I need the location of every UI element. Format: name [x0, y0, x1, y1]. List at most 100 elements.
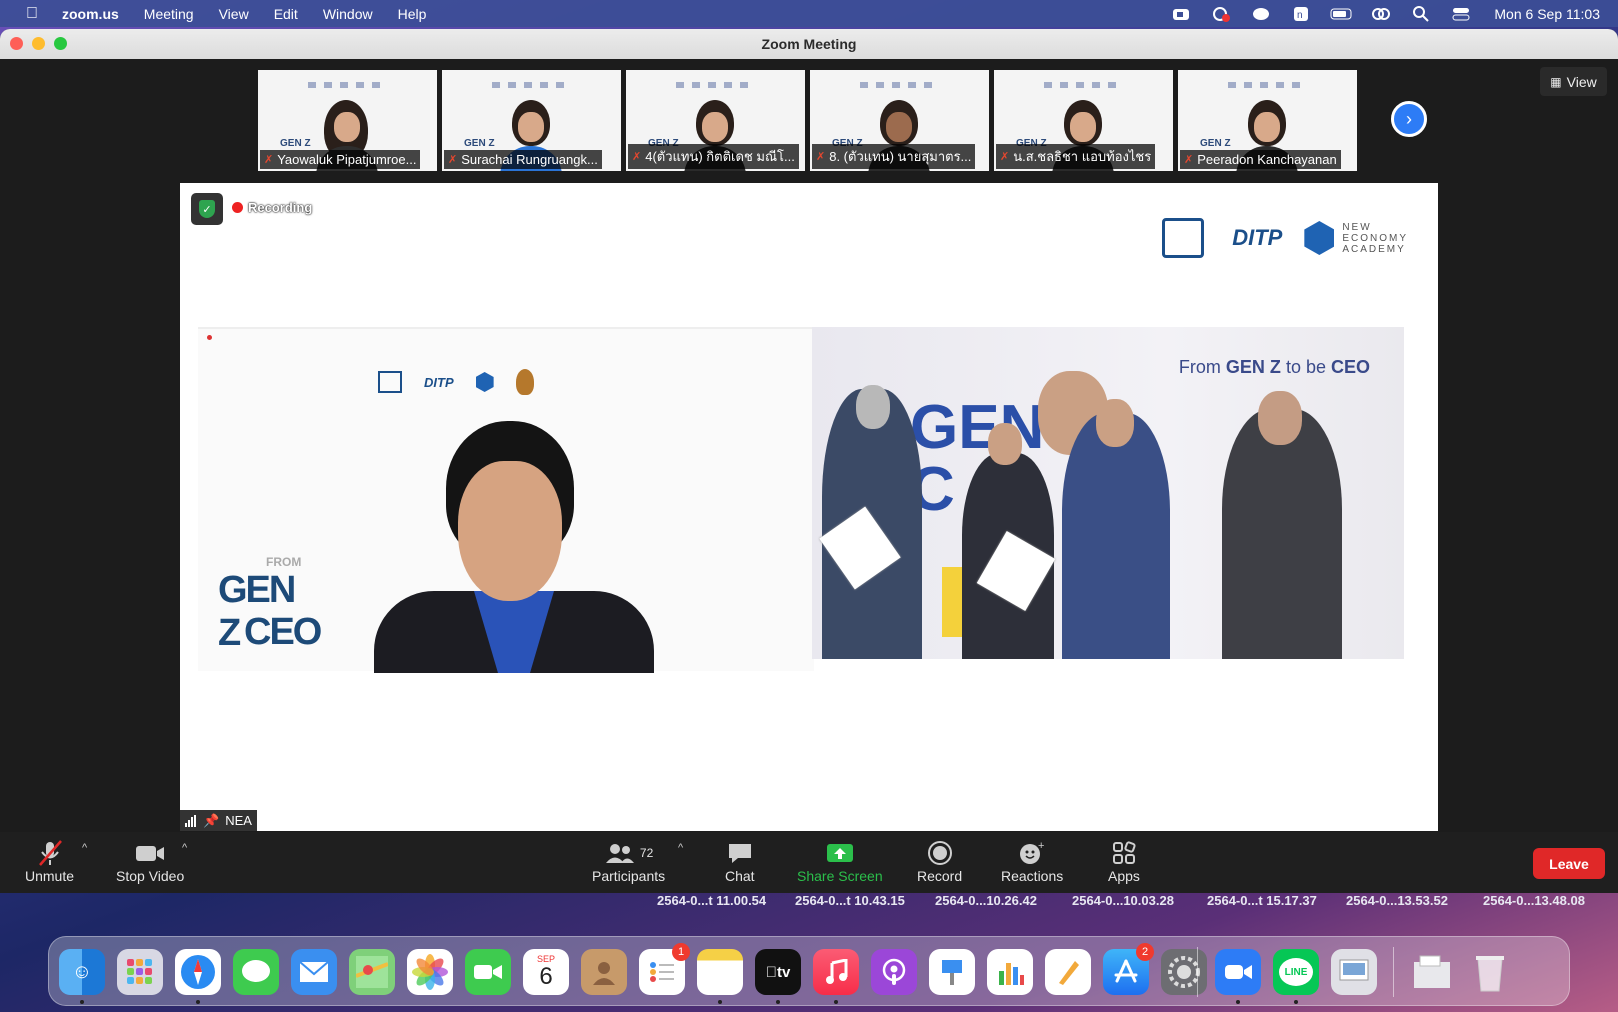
participant-tile[interactable]: GEN Z ✗ Yaowaluk Pipatjumroe... — [258, 70, 437, 171]
participants-options-caret-icon[interactable]: ^ — [678, 842, 683, 854]
chevron-right-icon: › — [1406, 108, 1412, 129]
desktop-file[interactable]: 2564-0...t 15.17.37 — [1207, 893, 1317, 908]
calendar-icon[interactable]: SEP 6 — [523, 949, 569, 995]
desktop-file[interactable]: 2564-0...10.26.42 — [935, 893, 1037, 908]
zoom-app-icon[interactable] — [1215, 949, 1261, 1004]
control-center-icon[interactable] — [1450, 6, 1472, 22]
view-button-label: View — [1566, 73, 1597, 90]
safari-icon[interactable] — [175, 949, 221, 1004]
stop-video-button[interactable]: Stop Video — [116, 838, 184, 884]
mail-icon[interactable] — [291, 949, 337, 995]
ditp-logo: DITP — [1232, 225, 1283, 250]
menu-app-name[interactable]: zoom.us — [62, 6, 119, 22]
line-app-icon[interactable]: LINE — [1273, 949, 1319, 1004]
participant-tile[interactable]: GEN Z ✗ Peeradon Kanchayanan — [1178, 70, 1357, 171]
apps-button[interactable]: Apps — [1108, 838, 1140, 884]
participant-tile[interactable]: GEN Z ✗4(ตัวแทน) กิตติเดช มณีโ... — [626, 70, 805, 171]
minimize-window-button[interactable] — [32, 37, 45, 50]
apple-tv-icon[interactable]: tv — [755, 949, 801, 1004]
numbers-icon[interactable] — [987, 949, 1033, 995]
desktop-file[interactable]: 2564-0...13.48.08 — [1483, 893, 1585, 908]
zoom-window-button[interactable] — [54, 37, 67, 50]
dock: ☺ SEP 6 1 tv 2 LINE — [48, 936, 1570, 1006]
tile-background-logos — [1044, 82, 1124, 88]
desktop-files-row: 2564-0...t 11.00.54 2564-0...t 10.43.15 … — [0, 893, 1618, 913]
apps-icon — [1112, 841, 1136, 864]
muted-mic-icon: ✗ — [632, 151, 642, 163]
menu-window[interactable]: Window — [323, 6, 373, 22]
red-dot — [207, 335, 212, 340]
participant-strip: GEN Z ✗ Yaowaluk Pipatjumroe... GEN Z ✗ Su… — [258, 70, 1362, 171]
keynote-icon[interactable] — [929, 949, 975, 995]
app-store-icon[interactable]: 2 — [1103, 943, 1154, 995]
menu-clock[interactable]: Mon 6 Sep 11:03 — [1494, 6, 1600, 22]
participant-tile[interactable]: GEN Z ✗8. (ตัวแทน) นายสุมาตร... — [810, 70, 989, 171]
shared-screen[interactable]: ✓ Recording DITP NEW ECONOMY ACADEMY DIT… — [180, 183, 1438, 831]
shield-check-icon: ✓ — [199, 200, 215, 218]
notes-icon[interactable] — [697, 949, 743, 1004]
desktop-file[interactable]: 2564-0...t 10.43.15 — [795, 893, 905, 908]
photos-icon[interactable] — [407, 949, 453, 995]
messages-icon[interactable] — [233, 949, 279, 995]
desktop-file[interactable]: 2564-0...t 11.00.54 — [657, 893, 766, 908]
nea-logo: NEW ECONOMY ACADEMY — [1304, 221, 1408, 255]
participants-label: Participants — [592, 868, 666, 884]
close-window-button[interactable] — [10, 37, 23, 50]
unmute-label: Unmute — [25, 868, 75, 884]
reactions-button[interactable]: + Reactions — [1001, 838, 1063, 884]
system-preferences-icon[interactable] — [1161, 949, 1207, 995]
record-label: Record — [917, 868, 963, 884]
desktop-file[interactable]: 2564-0...13.53.52 — [1346, 893, 1448, 908]
maps-icon[interactable] — [349, 949, 395, 995]
pages-icon[interactable] — [1045, 949, 1091, 995]
share-screen-icon — [826, 844, 853, 862]
contacts-icon[interactable] — [581, 949, 627, 995]
participants-count: 72 — [639, 846, 654, 860]
trash-icon[interactable] — [1467, 949, 1513, 995]
menu-view[interactable]: View — [219, 6, 249, 22]
leave-meeting-button[interactable]: Leave — [1533, 848, 1605, 879]
music-icon[interactable] — [813, 949, 859, 1004]
notion-icon[interactable]: n — [1290, 6, 1312, 22]
finder-icon[interactable]: ☺ — [59, 949, 105, 1004]
menu-edit[interactable]: Edit — [274, 6, 298, 22]
podcasts-icon[interactable] — [871, 949, 917, 995]
preview-icon[interactable] — [1331, 949, 1377, 995]
downloads-stack-icon[interactable] — [1409, 949, 1455, 995]
record-button[interactable]: Record — [917, 838, 962, 884]
reminders-badge: 1 — [672, 943, 690, 961]
smiley-plus-icon: + — [1020, 840, 1045, 864]
tile-background-genz: GEN Z — [280, 138, 311, 149]
spotlight-search-icon[interactable] — [1410, 5, 1432, 22]
view-button[interactable]: ▦ View — [1540, 67, 1607, 96]
chat-button[interactable]: Chat — [725, 838, 755, 884]
screen-record-icon[interactable] — [1210, 6, 1232, 22]
video-options-caret-icon[interactable]: ^ — [182, 842, 187, 854]
facetime-icon[interactable] — [465, 949, 511, 995]
desktop-file[interactable]: 2564-0...10.03.28 — [1072, 893, 1174, 908]
audio-options-caret-icon[interactable]: ^ — [82, 842, 87, 854]
battery-icon[interactable] — [1330, 6, 1352, 22]
link-icon[interactable] — [1370, 6, 1392, 22]
participant-tile[interactable]: GEN Z ✗ Surachai Rungruangk... — [442, 70, 621, 171]
security-shield-button[interactable]: ✓ — [191, 193, 223, 225]
participants-button[interactable]: 72 Participants — [592, 838, 665, 884]
line-label: LINE — [1279, 958, 1313, 986]
reactions-label: Reactions — [1001, 868, 1064, 884]
menu-meeting[interactable]: Meeting — [144, 6, 194, 22]
calendar-day: 6 — [539, 963, 553, 990]
menu-help[interactable]: Help — [398, 6, 427, 22]
zoom-status-icon[interactable] — [1170, 6, 1192, 22]
participant-tile[interactable]: GEN Z ✗น.ส.ชลธิชา แอบท้องไชร — [994, 70, 1173, 171]
next-page-button[interactable]: › — [1391, 101, 1427, 137]
apple-menu-icon[interactable]:  — [22, 5, 42, 23]
share-screen-button[interactable]: Share Screen — [797, 838, 883, 884]
zoom-window: Zoom Meeting GEN Z ✗ Yaowaluk Pipatjumroe… — [0, 29, 1618, 893]
participant-name: 8. (ตัวแทน) นายสุมาตร... — [829, 149, 972, 164]
logo-ceo: CEO — [244, 611, 322, 653]
line-status-icon[interactable] — [1250, 6, 1272, 22]
muted-mic-icon: ✗ — [264, 154, 274, 166]
reminders-icon[interactable]: 1 — [639, 943, 690, 995]
launchpad-icon[interactable] — [117, 949, 163, 995]
unmute-button[interactable]: Unmute — [25, 838, 74, 884]
